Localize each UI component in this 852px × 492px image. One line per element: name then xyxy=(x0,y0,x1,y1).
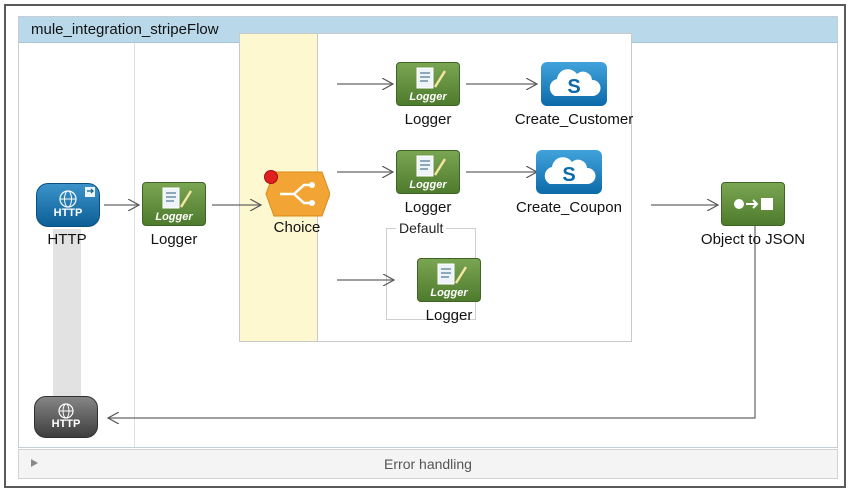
error-handling-section[interactable]: Error handling xyxy=(18,449,838,479)
http-icon-text: HTTP xyxy=(53,207,83,219)
http-icon-text: HTTP xyxy=(51,418,81,430)
logger-label: Logger xyxy=(150,231,198,248)
object-to-json-node[interactable] xyxy=(721,182,785,226)
transformer-icon xyxy=(721,182,785,226)
http-response-icon: HTTP xyxy=(34,396,98,438)
svg-text:S: S xyxy=(562,164,575,186)
http-listener-icon: HTTP xyxy=(36,183,100,227)
logger-icon-text: Logger xyxy=(409,91,447,103)
logger-icon-text: Logger xyxy=(430,287,468,299)
default-logger-node[interactable]: Logger xyxy=(417,258,481,302)
create-customer-label: Create_Customer xyxy=(514,111,634,128)
create-coupon-label: Create_Coupon xyxy=(516,199,622,216)
create-coupon-node[interactable]: S xyxy=(536,150,602,194)
logger-icon-text: Logger xyxy=(409,179,447,191)
logger-icon-text: Logger xyxy=(155,211,193,223)
logger-icon: Logger xyxy=(417,258,481,302)
logger-icon: Logger xyxy=(142,182,206,226)
logger-node[interactable]: Logger xyxy=(142,182,206,226)
route2-logger-label: Logger xyxy=(404,199,452,216)
default-logger-label: Logger xyxy=(425,307,473,324)
http-response-node[interactable]: HTTP xyxy=(34,396,98,438)
salesforce-cloud-icon: S xyxy=(536,150,602,194)
object-to-json-label: Object to JSON xyxy=(700,231,806,248)
logger-icon: Logger xyxy=(396,62,460,106)
breakpoint-icon[interactable] xyxy=(264,170,278,184)
create-customer-node[interactable]: S xyxy=(541,62,607,106)
logger-icon: Logger xyxy=(396,150,460,194)
svg-text:S: S xyxy=(567,76,580,98)
error-handling-label: Error handling xyxy=(384,456,472,472)
choice-label: Choice xyxy=(273,219,321,236)
http-listener-label: HTTP xyxy=(47,231,87,248)
route1-logger-node[interactable]: Logger xyxy=(396,62,460,106)
salesforce-cloud-icon: S xyxy=(541,62,607,106)
http-listener-node[interactable]: HTTP xyxy=(36,183,100,227)
route1-logger-label: Logger xyxy=(404,111,452,128)
route2-logger-node[interactable]: Logger xyxy=(396,150,460,194)
